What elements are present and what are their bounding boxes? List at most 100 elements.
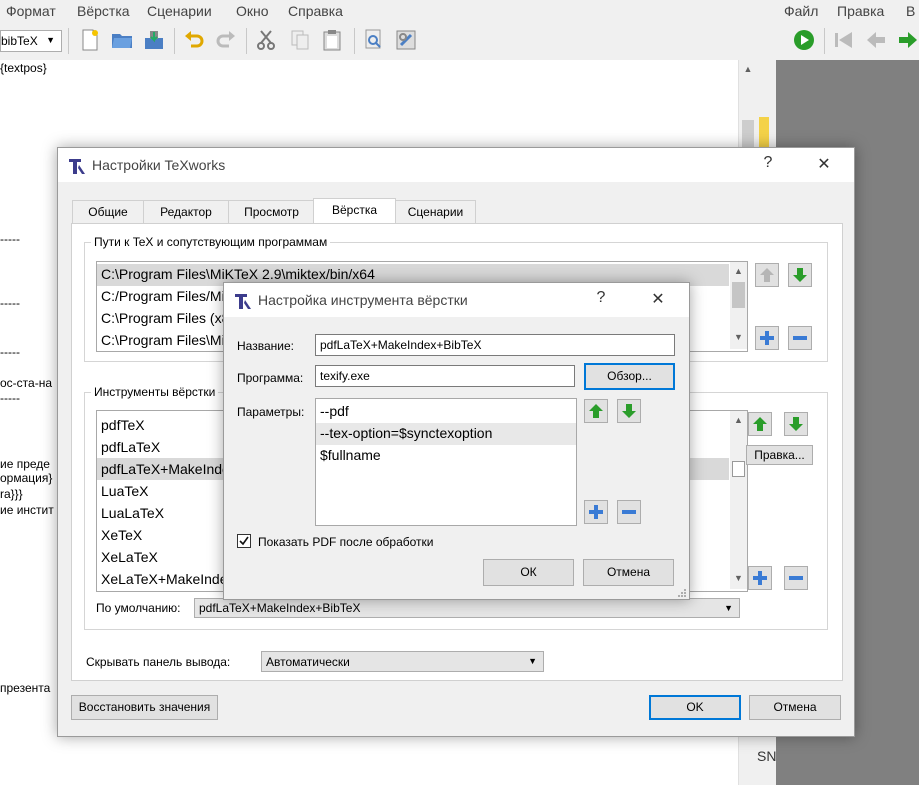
menu-help[interactable]: Справка <box>288 3 343 19</box>
browse-button[interactable]: Обзор... <box>584 363 675 390</box>
close-button[interactable]: ✕ <box>646 289 670 309</box>
find-icon[interactable] <box>362 28 386 52</box>
scroll-down-icon[interactable]: ▼ <box>730 573 747 583</box>
code-line: ----- <box>0 391 20 405</box>
path-add-button[interactable] <box>755 326 779 350</box>
paste-icon[interactable] <box>320 28 344 52</box>
tool-ok-button[interactable]: ОК <box>483 559 574 586</box>
engine-combo[interactable]: bibTeX ▼ <box>0 30 62 52</box>
chevron-down-icon: ▼ <box>528 656 537 666</box>
default-tool-combo[interactable]: pdfLaTeX+MakeIndex+BibTeX ▼ <box>194 598 740 618</box>
default-tool-label: По умолчанию: <box>96 601 181 615</box>
scroll-up-icon[interactable]: ▲ <box>730 266 747 276</box>
restore-defaults-button[interactable]: Восстановить значения <box>71 695 218 720</box>
tool-name-field[interactable]: pdfLaTeX+MakeIndex+BibTeX <box>315 334 675 356</box>
path-remove-button[interactable] <box>788 326 812 350</box>
edit-tool-button[interactable]: Правка... <box>746 445 813 465</box>
path-move-up-button[interactable] <box>755 263 779 287</box>
code-line: ra}}} <box>0 487 23 501</box>
list-item[interactable]: C:\Program Files\MiKTeX 2.9\miktex/bin/x… <box>101 266 375 282</box>
arrow-up-icon <box>760 268 774 282</box>
list-item[interactable]: XeLaTeX <box>101 549 158 565</box>
redo-icon[interactable] <box>214 28 238 52</box>
param-move-up-button[interactable] <box>584 399 608 423</box>
tab-editor[interactable]: Редактор <box>143 200 229 223</box>
code-line: {textpos} <box>0 61 47 75</box>
plus-icon <box>589 505 603 519</box>
scroll-thumb[interactable] <box>732 282 745 308</box>
scroll-down-icon[interactable]: ▼ <box>730 332 747 342</box>
first-page-icon[interactable] <box>832 28 856 52</box>
code-line: ос-ста-на <box>0 376 53 390</box>
menu-typeset[interactable]: Вёрстка <box>77 3 130 19</box>
settings-ok-button[interactable]: OK <box>649 695 741 720</box>
paths-scrollbar[interactable]: ▲ ▼ <box>730 262 747 349</box>
tab-typesetting[interactable]: Вёрстка <box>313 198 396 224</box>
minus-icon <box>789 576 803 580</box>
typeset-play-icon[interactable] <box>792 28 816 52</box>
menu-format[interactable]: Формат <box>6 3 56 19</box>
tool-move-down-button[interactable] <box>784 412 808 436</box>
tab-scripts[interactable]: Сценарии <box>395 200 476 223</box>
param-remove-button[interactable] <box>617 500 641 524</box>
scroll-thumb[interactable] <box>732 461 745 477</box>
list-item[interactable]: pdfTeX <box>101 417 145 433</box>
param-add-button[interactable] <box>584 500 608 524</box>
editor-menubar: Формат Вёрстка Сценарии Окно Справка <box>0 0 776 22</box>
texworks-logo-icon <box>234 292 252 310</box>
tool-cancel-button[interactable]: Отмена <box>583 559 674 586</box>
next-page-icon[interactable] <box>896 28 919 52</box>
list-item[interactable]: --pdf <box>320 403 349 419</box>
show-pdf-checkbox[interactable] <box>237 534 251 548</box>
texworks-logo-icon <box>68 157 86 175</box>
params-list[interactable]: --pdf --tex-option=$synctexoption $fulln… <box>315 398 577 526</box>
show-pdf-label[interactable]: Показать PDF после обработки <box>258 535 434 549</box>
tool-add-button[interactable] <box>748 566 772 590</box>
checkmark-icon <box>239 536 249 546</box>
path-move-down-button[interactable] <box>788 263 812 287</box>
help-button[interactable]: ? <box>589 289 613 307</box>
new-file-icon[interactable] <box>78 28 102 52</box>
list-item[interactable]: LuaLaTeX <box>101 505 164 521</box>
tools-scrollbar[interactable]: ▲ ▼ <box>730 411 747 589</box>
open-folder-icon[interactable] <box>110 28 134 52</box>
close-button[interactable]: ✕ <box>812 154 836 174</box>
list-item[interactable]: LuaTeX <box>101 483 148 499</box>
scroll-up-icon[interactable]: ▲ <box>739 64 757 74</box>
save-icon[interactable] <box>142 28 166 52</box>
undo-icon[interactable] <box>182 28 206 52</box>
hide-output-combo[interactable]: Автоматически ▼ <box>261 651 544 672</box>
code-line: ----- <box>0 345 20 359</box>
menu-window[interactable]: Окно <box>236 3 269 19</box>
list-item[interactable]: $fullname <box>320 447 381 463</box>
tool-move-up-button[interactable] <box>748 412 772 436</box>
list-item[interactable]: --tex-option=$synctexoption <box>320 425 492 441</box>
settings-cancel-button[interactable]: Отмена <box>749 695 841 720</box>
list-item[interactable]: pdfLaTeX <box>101 439 160 455</box>
tool-config-titlebar: Настройка инструмента вёрстки ? ✕ <box>224 283 689 317</box>
tool-config-title: Настройка инструмента вёрстки <box>258 292 468 308</box>
code-line: презента <box>0 681 51 695</box>
chevron-down-icon: ▼ <box>724 603 733 613</box>
resize-grip-icon[interactable] <box>677 587 687 597</box>
preview-menu-edit[interactable]: Правка <box>837 3 884 19</box>
list-item[interactable]: XeTeX <box>101 527 142 543</box>
find-replace-icon[interactable] <box>394 28 418 52</box>
help-button[interactable]: ? <box>756 154 780 172</box>
settings-tabbar: Общие Редактор Просмотр Вёрстка Сценарии <box>72 198 832 224</box>
scroll-up-icon[interactable]: ▲ <box>730 415 747 425</box>
settings-titlebar: Настройки TeXworks ? ✕ <box>58 148 854 182</box>
settings-title: Настройки TeXworks <box>92 157 226 173</box>
program-field[interactable]: texify.exe <box>315 365 575 387</box>
menu-scripts[interactable]: Сценарии <box>147 3 212 19</box>
tool-remove-button[interactable] <box>784 566 808 590</box>
cut-icon[interactable] <box>254 28 278 52</box>
param-move-down-button[interactable] <box>617 399 641 423</box>
preview-menu-file[interactable]: Файл <box>784 3 818 19</box>
tab-preview[interactable]: Просмотр <box>228 200 315 223</box>
tab-general[interactable]: Общие <box>72 200 144 223</box>
copy-icon[interactable] <box>288 28 312 52</box>
preview-menu-view[interactable]: В <box>906 3 915 19</box>
prev-page-icon[interactable] <box>864 28 888 52</box>
minus-icon <box>622 510 636 514</box>
